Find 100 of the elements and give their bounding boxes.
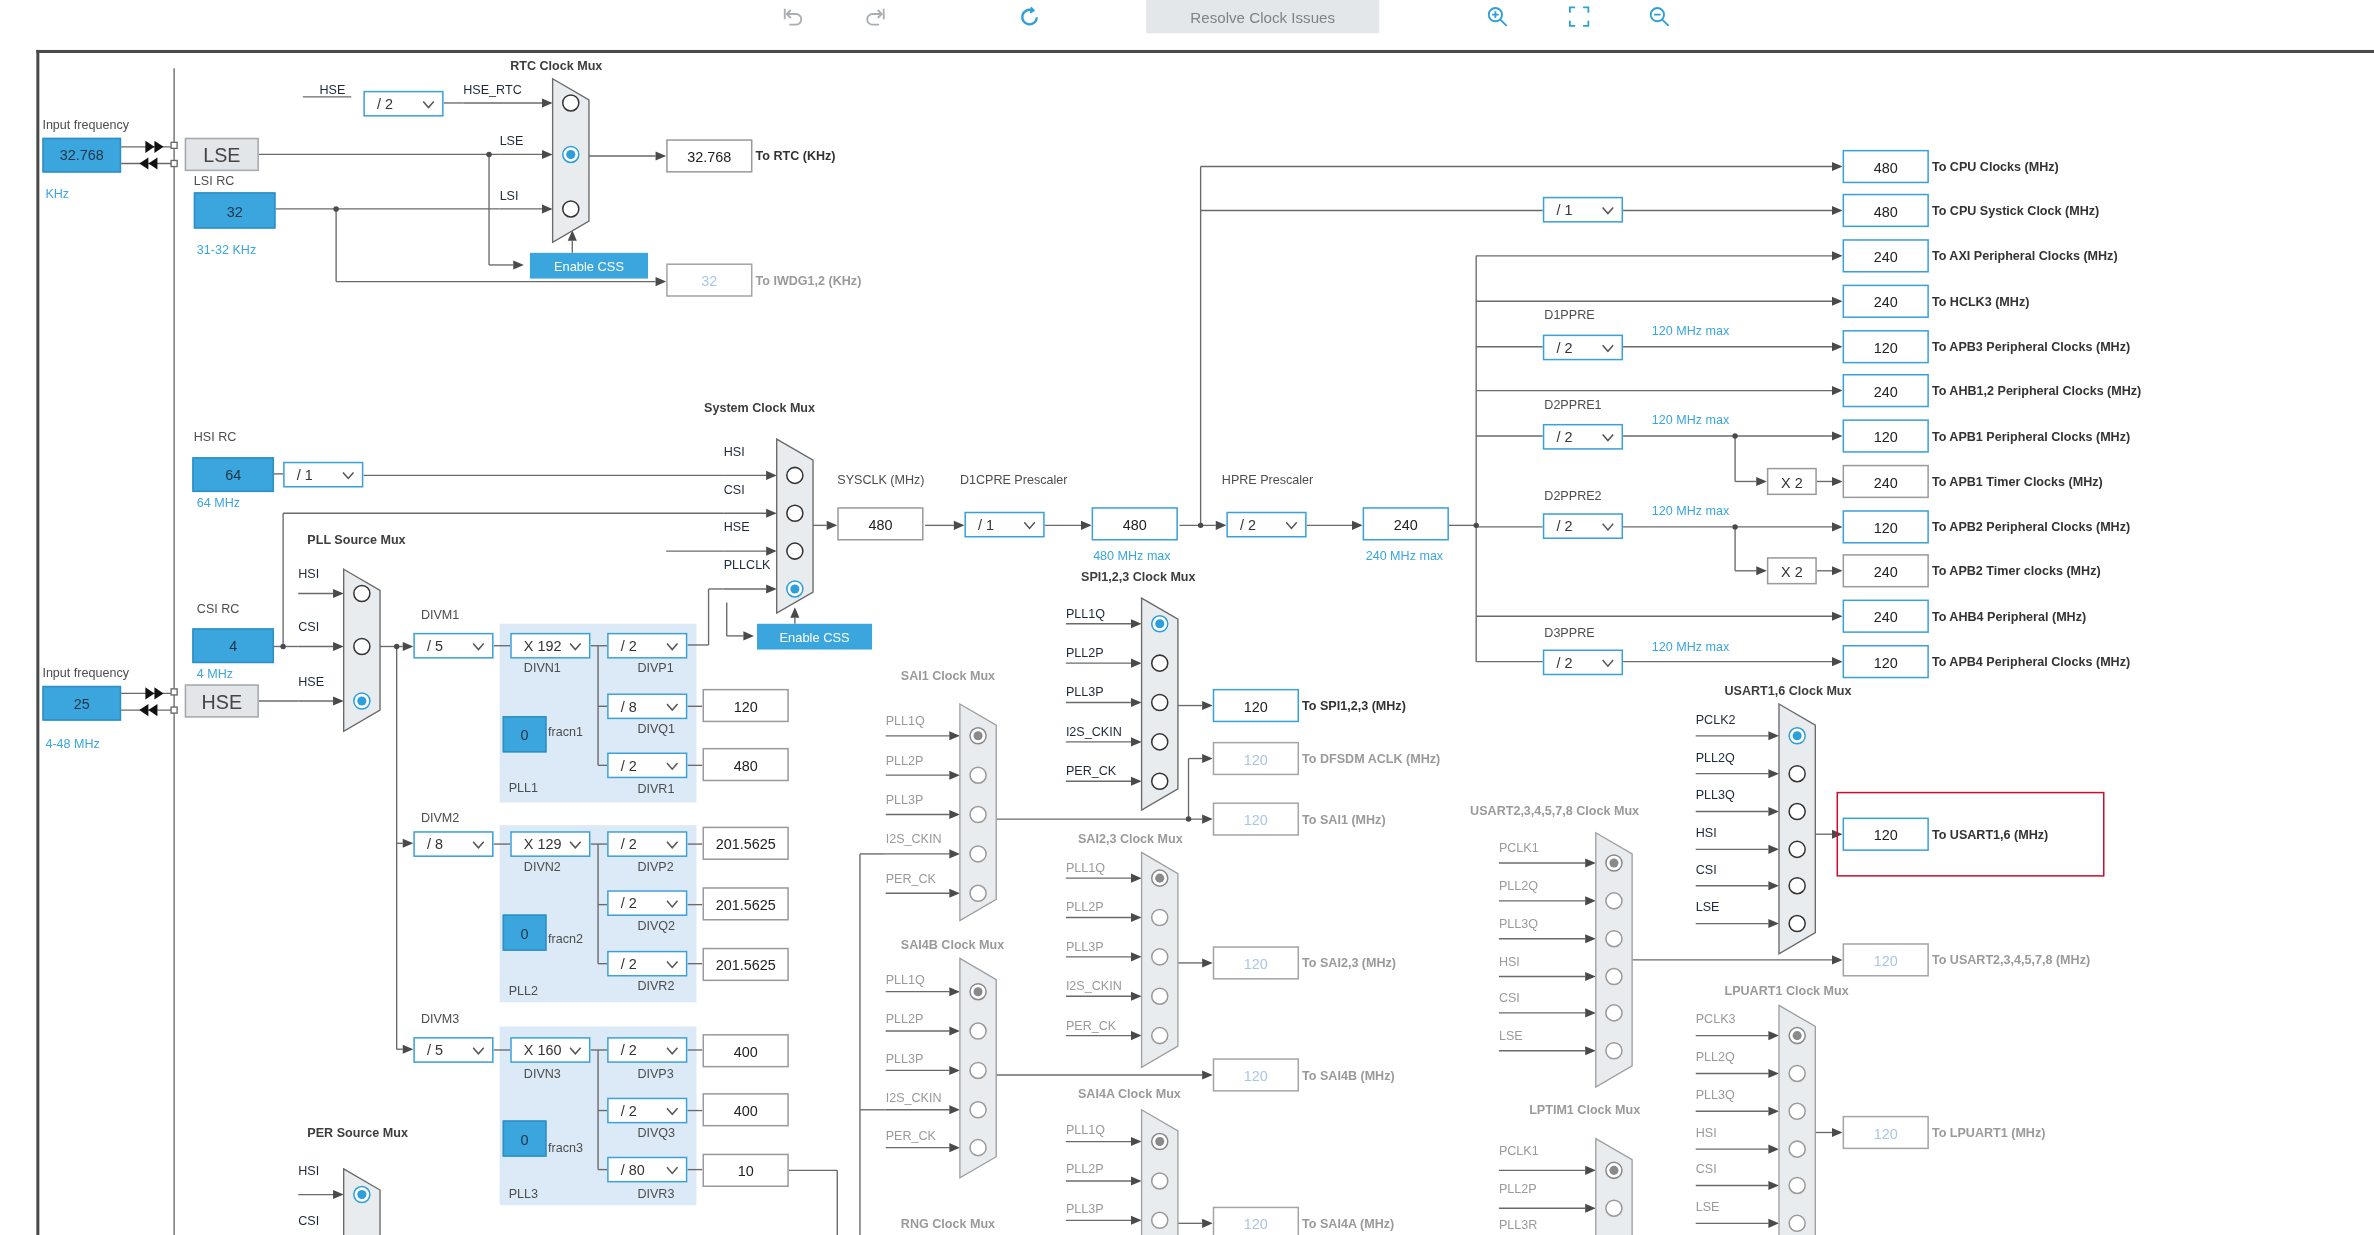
frequency-output: 240	[1842, 284, 1929, 318]
signal-label: HSI	[1498, 953, 1520, 969]
prescaler-dropdown[interactable]: / 5	[413, 1037, 494, 1063]
value-field[interactable]: 0	[502, 716, 547, 753]
caption-text: PLL2	[508, 982, 539, 998]
frequency-output: 10	[702, 1153, 789, 1187]
prescaler-dropdown[interactable]: X 129	[510, 831, 591, 857]
frequency-output: 120	[1212, 741, 1300, 776]
mux-title: SAI2,3 Clock Mux	[1078, 831, 1183, 847]
range-hint: 4 MHz	[196, 666, 234, 682]
frequency-output: 400	[702, 1093, 789, 1127]
mux-title: LPUART1 Clock Mux	[1724, 982, 1849, 998]
output-label: To RTC (KHz)	[755, 148, 836, 164]
frequency-output: 480	[1091, 507, 1178, 541]
mux-title: LPTIM1 Clock Mux	[1529, 1102, 1641, 1118]
signal-label: PER_CK	[1065, 1017, 1117, 1033]
mux-title: SAI4A Clock Mux	[1078, 1085, 1181, 1101]
signal-label: CSI	[1695, 861, 1717, 877]
prescaler-dropdown[interactable]: X 160	[510, 1037, 591, 1063]
prescaler-dropdown[interactable]: / 2	[607, 752, 688, 779]
value-field[interactable]: 25	[42, 685, 122, 721]
output-label: To HCLK3 (MHz)	[1931, 293, 2030, 309]
frequency-output: 240	[1842, 239, 1929, 273]
output-label: To USART1,6 (MHz)	[1931, 826, 2049, 842]
caption-text: DIVQ2	[637, 917, 676, 933]
frequency-output: 201.5625	[702, 887, 789, 921]
signal-label: PLL1Q	[885, 972, 925, 988]
caption-text: DIVN2	[523, 858, 561, 874]
prescaler-dropdown[interactable]: / 2	[1542, 513, 1624, 539]
signal-label: PCLK3	[1695, 1011, 1736, 1027]
multiplier-box: X 2	[1766, 557, 1817, 585]
caption-text: DIVM3	[420, 1011, 460, 1027]
caption-text: PLL1	[508, 779, 539, 795]
prescaler-dropdown[interactable]: / 2	[607, 632, 688, 659]
prescaler-dropdown[interactable]: / 2	[607, 1097, 688, 1124]
mux-title: RNG Clock Mux	[900, 1215, 996, 1231]
output-label: To SPI1,2,3 (MHz)	[1302, 697, 1406, 714]
frequency-output: 120	[1842, 419, 1929, 453]
value-field[interactable]: 4	[192, 628, 275, 664]
caption-text: DIVR1	[637, 781, 675, 797]
signal-label: PLL3Q	[1695, 1087, 1735, 1103]
prescaler-dropdown[interactable]: / 2	[1542, 649, 1624, 676]
prescaler-dropdown[interactable]: / 2	[607, 1037, 688, 1063]
caption-text: DIVR3	[637, 1185, 675, 1201]
prescaler-dropdown[interactable]: X 192	[510, 632, 591, 659]
signal-label: PLL2P	[1065, 645, 1104, 661]
output-label: To SAI4B (MHz)	[1302, 1067, 1395, 1083]
frequency-output: 120	[1842, 645, 1929, 679]
value-field[interactable]: 32	[193, 192, 276, 229]
signal-label: PLL3P	[1065, 684, 1104, 700]
prescaler-dropdown[interactable]: / 1	[283, 461, 364, 488]
prescaler-dropdown[interactable]: / 2	[607, 890, 688, 916]
value-field[interactable]: 32.768	[42, 137, 122, 173]
signal-label: PLL1Q	[885, 713, 925, 729]
signal-label: HSI	[1695, 825, 1717, 841]
signal-label: HSE	[319, 81, 346, 97]
prescaler-dropdown[interactable]: / 2	[1542, 423, 1624, 450]
signal-label: PLL2Q	[1498, 878, 1538, 894]
prescaler-dropdown[interactable]: / 1	[964, 511, 1045, 538]
signal-label: PLL3P	[1065, 938, 1104, 954]
frequency-output: 480	[1842, 193, 1929, 228]
mux-title: USART2,3,4,5,7,8 Clock Mux	[1470, 802, 1640, 818]
caption-text: fracn2	[548, 931, 583, 947]
signal-label: PLL1Q	[1065, 605, 1105, 621]
prescaler-dropdown[interactable]: / 2	[1226, 511, 1307, 538]
prescaler-dropdown[interactable]: / 80	[607, 1156, 688, 1183]
frequency-output: 400	[702, 1034, 789, 1068]
frequency-output: 120	[1842, 943, 1929, 977]
signal-label: I2S_CKIN	[1065, 723, 1122, 739]
signal-label: HSI	[298, 1162, 320, 1178]
signal-label: CSI	[723, 481, 745, 497]
signal-label: I2S_CKIN	[1065, 978, 1122, 994]
caption-text: D1PPRE	[1544, 307, 1595, 323]
caption-text: D2PPRE2	[1544, 487, 1602, 503]
prescaler-dropdown[interactable]: / 2	[607, 950, 688, 977]
caption-text: D1CPRE Prescaler	[959, 472, 1068, 488]
value-field[interactable]: 0	[502, 1120, 547, 1157]
frequency-output: 120	[1842, 330, 1929, 364]
prescaler-dropdown[interactable]: / 5	[413, 632, 494, 659]
prescaler-dropdown[interactable]: / 2	[363, 90, 444, 117]
output-label: To USART2,3,4,5,7,8 (MHz)	[1931, 952, 2091, 968]
caption-text: SYSCLK (MHz)	[837, 472, 925, 488]
value-field[interactable]: 64	[192, 457, 275, 493]
mux-title: SAI1 Clock Mux	[900, 667, 996, 683]
range-hint: 4-48 MHz	[45, 735, 100, 751]
prescaler-dropdown[interactable]: / 2	[607, 831, 688, 857]
prescaler-dropdown[interactable]: / 8	[413, 831, 494, 857]
mux-title: SAI4B Clock Mux	[900, 937, 1005, 953]
signal-label: PLL1Q	[1065, 859, 1105, 876]
value-field[interactable]: 0	[502, 914, 547, 951]
signal-label: PLL3P	[1065, 1200, 1104, 1216]
signal-label: PLL3P	[885, 791, 924, 807]
prescaler-dropdown[interactable]: / 1	[1542, 196, 1624, 223]
output-label: To SAI4A (MHz)	[1302, 1215, 1395, 1231]
frequency-output: 120	[1212, 1206, 1300, 1235]
frequency-output: 120	[1212, 1058, 1300, 1092]
prescaler-dropdown[interactable]: / 8	[607, 693, 688, 720]
range-hint: 120 MHz max	[1651, 502, 1730, 518]
range-hint: 120 MHz max	[1651, 411, 1730, 427]
prescaler-dropdown[interactable]: / 2	[1542, 334, 1624, 361]
